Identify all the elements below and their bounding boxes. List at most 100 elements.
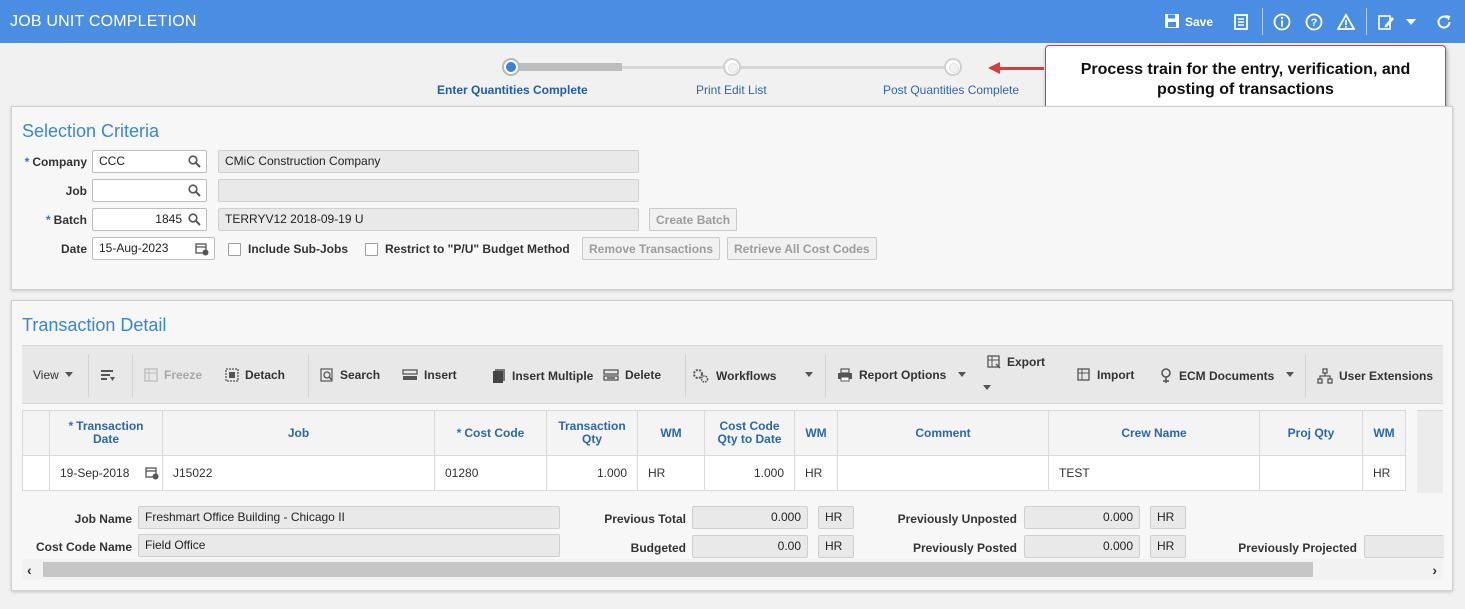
insert-row-icon [402,368,418,382]
workflows-button[interactable]: Workflows [692,368,776,384]
info-icon[interactable] [1273,11,1291,33]
help-icon[interactable]: ? [1305,11,1323,33]
train-label-enter-quantities[interactable]: Enter Quantities Complete [437,83,588,97]
column-header-cost-code-qty-to-date[interactable]: Cost Code Qty to Date [704,410,795,456]
import-button[interactable]: Import [1077,368,1134,382]
hierarchy-icon [1317,368,1333,384]
workflows-dropdown[interactable] [804,368,814,382]
scrollbar-thumb[interactable] [43,562,1313,577]
column-header-wm[interactable]: WM [637,410,705,456]
previously-unposted-label: Previously Unposted [897,512,1017,526]
horizontal-scrollbar[interactable]: ‹ › [22,559,1443,580]
column-header-cost-code[interactable]: * Cost Code [434,410,547,456]
chevron-right-icon[interactable]: › [1432,562,1437,578]
grid-header-row: * Transaction Date Job * Cost Code Transac… [22,410,1406,456]
company-input[interactable]: CCC [92,150,207,173]
search-icon[interactable] [188,213,201,229]
chevron-down-icon [64,368,74,382]
train-label-print-edit-list[interactable]: Print Edit List [696,83,767,97]
freeze-icon [144,368,158,382]
print-icon[interactable] [1232,11,1250,33]
chevron-left-icon[interactable]: ‹ [27,562,32,578]
insert-button[interactable]: Insert [402,368,457,382]
previously-unposted-uom: HR [1150,506,1186,529]
previously-projected-label: Previously Projected [1238,541,1357,555]
create-batch-button[interactable]: Create Batch [649,208,738,231]
selection-criteria-panel: Selection Criteria * Company CCC CMiC Con… [11,106,1453,290]
column-header-proj-qty[interactable]: Proj Qty [1259,410,1363,456]
column-header-comment[interactable]: Comment [837,410,1049,456]
chevron-down-icon [804,368,814,382]
column-header-transaction-date[interactable]: * Transaction Date [49,410,163,456]
cell-wm[interactable]: HR [1362,455,1406,491]
export-dropdown[interactable] [982,381,992,395]
batch-input[interactable]: 1845 [92,208,207,231]
train-stop-enter-quantities[interactable] [502,58,520,76]
column-header-wm[interactable]: WM [794,410,838,456]
previously-posted-uom: HR [1150,535,1186,558]
budgeted-uom: HR [818,535,854,558]
cell-job[interactable]: J15022 [162,455,435,491]
ecm-documents-button[interactable]: ECM Documents [1159,368,1274,384]
cell-wm[interactable]: HR [794,455,838,491]
train-label-post-quantities[interactable]: Post Quantities Complete [883,83,1019,97]
edit-icon[interactable] [1377,11,1395,33]
chevron-down-icon[interactable] [1405,11,1417,33]
search-icon[interactable] [188,184,201,200]
table-row[interactable]: 19-Sep-2018 J15022 01280 1.000 HR 1.000 … [22,455,1406,491]
ecm-documents-dropdown[interactable] [1285,368,1295,382]
calendar-icon[interactable] [195,242,209,259]
callout-arrow [996,67,1044,70]
row-selector[interactable] [22,455,50,491]
view-menu[interactable]: View [33,368,74,382]
search-button[interactable]: Search [320,368,380,382]
warning-icon[interactable] [1337,11,1355,33]
divider [1305,354,1306,397]
train-stop-print-edit-list[interactable] [723,58,741,76]
save-button[interactable]: Save [1164,11,1213,33]
divider [1262,8,1263,35]
cell-wm[interactable]: HR [637,455,705,491]
column-header-transaction-qty[interactable]: Transaction Qty [546,410,638,456]
cell-cost-code-qty-to-date[interactable]: 1.000 [704,455,795,491]
section-title: Selection Criteria [22,121,160,141]
detach-button[interactable]: Detach [225,368,285,382]
insert-multiple-button[interactable]: Insert Multiple [492,368,593,384]
search-icon[interactable] [188,155,201,171]
transaction-grid: * Transaction Date Job * Cost Code Transac… [22,410,1406,491]
date-input[interactable]: 15-Aug-2023 [92,237,215,260]
cell-cost-code[interactable]: 01280 [434,455,547,491]
user-extensions-button[interactable]: User Extensions [1317,368,1433,384]
job-name-field: Freshmart Office Building - Chicago II [138,506,560,529]
refresh-icon[interactable] [1435,11,1453,33]
calendar-icon[interactable] [145,466,159,483]
include-sub-jobs-checkbox[interactable] [228,243,241,256]
report-options-button[interactable]: Report Options [837,368,946,382]
column-header-wm[interactable]: WM [1362,410,1406,456]
cell-crew-name[interactable]: TEST [1048,455,1260,491]
freeze-button[interactable]: Freeze [144,368,202,382]
chevron-down-icon [1285,368,1295,382]
divider [88,354,89,397]
cell-transaction-qty[interactable]: 1.000 [546,455,638,491]
grid-filler [1417,410,1443,493]
chevron-down-icon [982,381,992,395]
delete-button[interactable]: Delete [603,368,661,382]
train-stop-post-quantities[interactable] [944,58,962,76]
remove-transactions-button[interactable]: Remove Transactions [582,237,721,260]
column-header-crew-name[interactable]: Crew Name [1048,410,1260,456]
search-icon [320,368,334,382]
column-header-job[interactable]: Job [162,410,435,456]
cell-transaction-date[interactable]: 19-Sep-2018 [49,455,163,491]
cell-comment[interactable] [837,455,1049,491]
previous-total-uom: HR [818,506,854,529]
query-by-example-icon[interactable] [100,368,116,384]
report-options-dropdown[interactable] [957,368,967,382]
retrieve-all-cost-codes-button[interactable]: Retrieve All Cost Codes [727,237,877,260]
restrict-pu-label: Restrict to "P/U" Budget Method [385,242,570,256]
job-input[interactable] [92,179,207,202]
app-title: JOB UNIT COMPLETION [10,13,197,30]
export-button[interactable]: Export [987,355,1045,369]
cell-proj-qty[interactable] [1259,455,1363,491]
restrict-pu-checkbox[interactable] [365,243,378,256]
